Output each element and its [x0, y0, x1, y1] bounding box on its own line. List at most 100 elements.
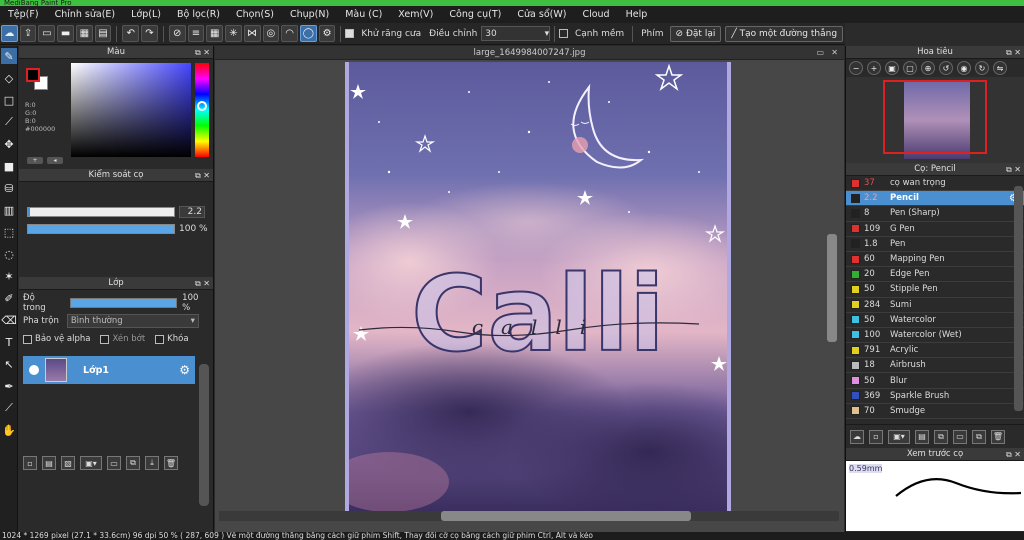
- rectangle-tool-icon[interactable]: □: [1, 92, 17, 108]
- antialias-checkbox[interactable]: [345, 29, 355, 38]
- menu-view[interactable]: Xem(V): [390, 9, 441, 20]
- snap-curve-icon[interactable]: ◠: [281, 25, 298, 42]
- menu-file[interactable]: Tệp(F): [0, 9, 47, 20]
- layer-item[interactable]: Lớp1 ⚙: [23, 356, 195, 384]
- brush-folder-icon[interactable]: ▭: [953, 429, 967, 444]
- brush-list-item[interactable]: 791 Acrylic: [846, 343, 1024, 359]
- navigator-viewport-rect[interactable]: [883, 80, 987, 154]
- adjust-select[interactable]: 30 ▾: [481, 26, 551, 41]
- layers-icon[interactable]: ▤: [94, 25, 112, 42]
- select-pen-tool-icon[interactable]: ✐: [1, 290, 17, 306]
- gradient-tool-icon[interactable]: ▥: [1, 202, 17, 218]
- straight-line-button[interactable]: ╱ Tạo một đường thẳng: [725, 25, 844, 42]
- cloud-brush-icon[interactable]: ☁: [850, 429, 864, 444]
- redo-icon[interactable]: ↷: [141, 25, 158, 42]
- menu-tools[interactable]: Công cụ(T): [441, 9, 509, 20]
- brush-list-item[interactable]: 50 Blur: [846, 373, 1024, 389]
- menu-select[interactable]: Chọn(S): [228, 9, 282, 20]
- chat-icon[interactable]: ▬: [57, 25, 74, 42]
- menu-edit[interactable]: Chỉnh sửa(E): [47, 9, 124, 20]
- pin-icon[interactable]: ▭: [816, 46, 824, 60]
- select-eraser-tool-icon[interactable]: ⌫: [1, 312, 17, 328]
- brush-list-item[interactable]: 100 Watercolor (Wet): [846, 328, 1024, 344]
- folder-icon[interactable]: ▭: [107, 456, 121, 470]
- new-layer-icon[interactable]: ▫: [23, 456, 37, 470]
- menu-window[interactable]: Cửa sổ(W): [509, 9, 574, 20]
- layer-scrollbar[interactable]: [199, 364, 209, 506]
- undo-icon[interactable]: ↶: [122, 25, 140, 42]
- navigator-preview[interactable]: [846, 77, 1024, 163]
- close-icon[interactable]: ⧉ ✕: [1006, 448, 1021, 461]
- eraser-tool-icon[interactable]: ◇: [1, 70, 17, 86]
- snap-ellipse-icon[interactable]: ◯: [299, 25, 317, 42]
- merge-down-icon[interactable]: ⤓: [145, 456, 159, 470]
- hue-slider-handle[interactable]: [197, 101, 207, 111]
- bucket-tool-icon[interactable]: ⛁: [1, 180, 17, 196]
- close-icon[interactable]: ⧉ ✕: [1006, 46, 1021, 59]
- rotate-reset-icon[interactable]: ◉: [957, 61, 971, 75]
- lock-checkbox[interactable]: [155, 334, 165, 344]
- eyedropper-tool-icon[interactable]: ⟋: [1, 400, 17, 416]
- brush-tool-icon[interactable]: ✎: [1, 48, 17, 64]
- brush-list-item[interactable]: 1.8 Pen: [846, 237, 1024, 252]
- menu-snap[interactable]: Chụp(N): [282, 9, 337, 20]
- snap-perspective-icon[interactable]: ⋈: [243, 25, 261, 42]
- document-tab[interactable]: large_1649984007247.jpg ▭ ✕: [215, 46, 844, 60]
- divide-tool-icon[interactable]: ✒: [1, 378, 17, 394]
- snap-off-icon[interactable]: ⊘: [168, 25, 186, 42]
- duplicate-brush-icon[interactable]: ⧉: [934, 429, 948, 444]
- grid-icon[interactable]: ▦: [75, 25, 93, 42]
- close-icon[interactable]: ⧉ ✕: [1006, 163, 1021, 176]
- brush-list-item[interactable]: 2.2Pencil⚙: [846, 191, 1024, 207]
- canvas-vertical-scrollbar[interactable]: [827, 234, 837, 342]
- dot-tool-icon[interactable]: ⟋: [1, 114, 17, 130]
- zoom-out-icon[interactable]: −: [849, 61, 863, 75]
- brush-list-item[interactable]: 284 Sumi: [846, 298, 1024, 313]
- fill-rect-tool-icon[interactable]: ■: [1, 158, 17, 174]
- brush-list-item[interactable]: 70 Smudge: [846, 404, 1024, 419]
- snap-radial-icon[interactable]: ✳: [225, 25, 242, 42]
- gear-icon[interactable]: ⚙: [179, 363, 190, 377]
- brush-list-item[interactable]: 109 G Pen: [846, 222, 1024, 237]
- brush-size-value[interactable]: 2.2: [179, 206, 205, 218]
- brush-list-scrollbar[interactable]: [1014, 186, 1023, 411]
- zoom-icon[interactable]: ⊕: [921, 61, 935, 75]
- protect-alpha-checkbox[interactable]: [23, 334, 32, 344]
- add-layer-menu-icon[interactable]: ▣▾: [80, 456, 102, 470]
- delete-layer-icon[interactable]: 🗑: [164, 456, 178, 470]
- soft-edge-checkbox[interactable]: [559, 29, 568, 38]
- brush-settings-icon[interactable]: ▤: [915, 429, 929, 444]
- duplicate-layer-icon[interactable]: ⧉: [126, 456, 140, 470]
- close-icon[interactable]: ✕: [831, 46, 838, 60]
- brush-size-slider[interactable]: [27, 207, 175, 217]
- close-icon[interactable]: ⧉ ✕: [195, 46, 210, 59]
- reset-button[interactable]: ⊘ Đặt lại: [669, 25, 722, 42]
- move-tool-icon[interactable]: ✥: [1, 136, 17, 152]
- eye-icon[interactable]: [29, 365, 39, 375]
- snap-circle-icon[interactable]: ◎: [262, 25, 280, 42]
- brush-list-item[interactable]: 37 cọ wan trọng: [846, 176, 1024, 192]
- menu-filter[interactable]: Bộ lọc(R): [169, 9, 228, 20]
- clipping-checkbox[interactable]: [100, 334, 110, 344]
- foreground-color-swatch[interactable]: [26, 68, 40, 82]
- operation-tool-icon[interactable]: ↖: [1, 356, 17, 372]
- delete-brush-icon[interactable]: 🗑: [991, 429, 1005, 444]
- magic-wand-tool-icon[interactable]: ✶: [1, 268, 17, 284]
- saturation-value-picker[interactable]: [71, 63, 191, 157]
- brush-list-item[interactable]: 8 Pen (Sharp): [846, 206, 1024, 222]
- brush-list-item[interactable]: 50 Stipple Pen: [846, 282, 1024, 298]
- rotate-left-icon[interactable]: ↺: [939, 61, 953, 75]
- rotate-right-icon[interactable]: ↻: [975, 61, 989, 75]
- select-tool-icon[interactable]: ⬚: [1, 224, 17, 240]
- comment-icon[interactable]: ▭: [38, 25, 56, 42]
- brush-list-item[interactable]: 369 Sparkle Brush: [846, 389, 1024, 404]
- menu-help[interactable]: Help: [618, 9, 656, 20]
- menu-color[interactable]: Màu (C): [337, 9, 390, 20]
- canvas-artwork[interactable]: Calli calli: [345, 62, 731, 512]
- zoom-in-icon[interactable]: +: [867, 61, 881, 75]
- layer-opacity-slider[interactable]: [69, 298, 178, 308]
- lasso-tool-icon[interactable]: ◌: [1, 246, 17, 262]
- canvas-horizontal-scrollbar[interactable]: [441, 511, 691, 521]
- snap-settings-icon[interactable]: ⚙: [318, 25, 336, 42]
- brush-group-icon[interactable]: ⧉: [972, 429, 986, 444]
